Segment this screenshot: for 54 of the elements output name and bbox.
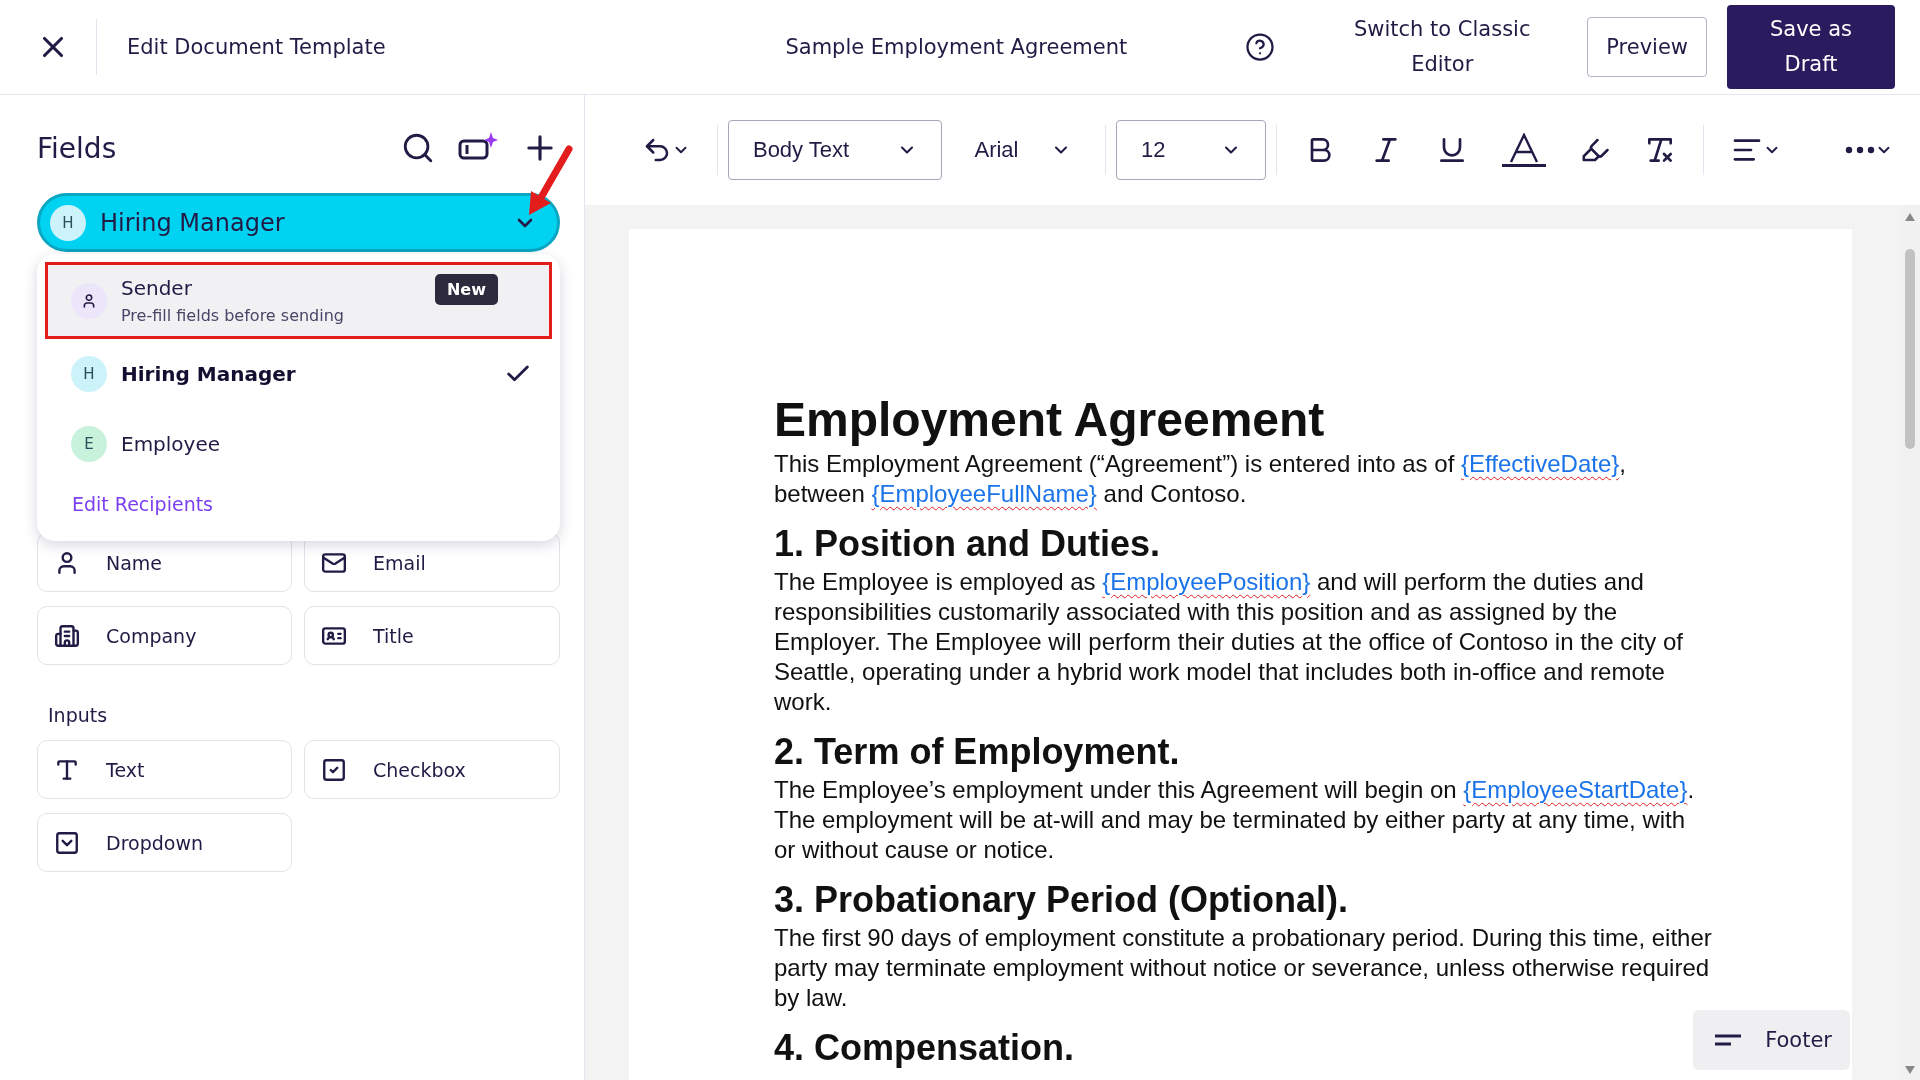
text-color-icon	[1502, 133, 1547, 167]
recipient-option[interactable]: E Employee	[45, 409, 552, 479]
page-title: Edit Document Template	[127, 35, 386, 59]
paragraph: The Employee is employed as {EmployeePosition} and will perform the duties and responsibilities customarily associated with this position and as assigned by the Employer. The Employee will perform their duties at the office of Contoso in the city of Seattle, operating under a hybrid work model that includes both in-office and remote work.	[774, 567, 1684, 717]
edit-recipients-link[interactable]: Edit Recipients	[72, 493, 213, 515]
scroll-down-icon[interactable]	[1905, 1066, 1915, 1074]
building-icon	[54, 622, 80, 649]
field-token[interactable]: {EffectiveDate}	[1460, 450, 1620, 477]
scroll-up-icon[interactable]	[1905, 213, 1915, 221]
recipient-option[interactable]: Sender Pre-fill fields before sending New	[45, 262, 552, 339]
recipient-selector[interactable]: H Hiring Manager	[37, 193, 560, 252]
more-icon	[1845, 146, 1876, 154]
recipient-name: Hiring Manager	[121, 362, 296, 386]
checkbox-icon	[321, 756, 347, 783]
dropdown-icon	[54, 829, 80, 856]
preview-button[interactable]: Preview	[1587, 17, 1707, 77]
search-button[interactable]	[401, 131, 435, 165]
save-draft-button[interactable]: Save as Draft	[1727, 5, 1895, 89]
document-name: Sample Employment Agreement	[785, 35, 1128, 59]
section-heading: 1. Position and Duties.	[774, 523, 1162, 565]
field-token[interactable]: {EmployeeFullName}	[871, 480, 1097, 507]
search-icon	[401, 131, 435, 165]
recipient-description: Pre-fill fields before sending	[121, 306, 344, 325]
document-title: Employment Agreement	[774, 392, 1326, 447]
initial-avatar: E	[71, 426, 107, 462]
recipient-name: Sender	[121, 276, 192, 300]
style-select[interactable]: Body Text	[727, 120, 943, 180]
section-heading: 4. Compensation.	[774, 1027, 1076, 1069]
field-button[interactable]: Text	[37, 740, 292, 799]
field-button[interactable]: Checkbox	[304, 740, 560, 799]
switch-editor-link[interactable]: Switch to Classic Editor	[1342, 12, 1543, 82]
help-icon	[1245, 32, 1276, 62]
footer-button[interactable]: Footer	[1693, 1010, 1850, 1070]
scroll-thumb[interactable]	[1905, 249, 1915, 449]
lines-icon	[1713, 1033, 1744, 1047]
paragraph: This Employment Agreement (“Agreement”) is entered into as of {EffectiveDate}, between {EmployeeFullName} and Contoso.	[774, 449, 1627, 509]
paragraph: The first 90 days of employment constitute a probationary period. During this time, either party may terminate employment without notice or severance, unless otherwise required by law.	[774, 923, 1712, 1013]
field-token[interactable]: {EmployeePosition}	[1102, 568, 1311, 595]
field-button[interactable]: Company	[37, 606, 292, 665]
section-heading: 2. Term of Employment.	[774, 731, 1181, 773]
help-button[interactable]	[1245, 32, 1276, 62]
section-heading: 3. Probationary Period (Optional).	[774, 879, 1350, 921]
group-title: Inputs	[48, 704, 109, 726]
new-badge: New	[434, 274, 498, 305]
field-token[interactable]: {EmployeeStartDate}	[1463, 776, 1688, 803]
field-button[interactable]: Title	[304, 606, 560, 665]
recipient-name: Employee	[121, 432, 221, 456]
recipient-option[interactable]: H Hiring Manager	[45, 339, 552, 409]
paragraph: The Employee’s employment under this Agreement will begin on {EmployeeStartDate}. The employment will be at-will and may be terminated by either party at any time, with or without cause or notice.	[774, 775, 1696, 865]
person-icon	[81, 292, 97, 309]
size-select[interactable]: 12	[1115, 120, 1267, 180]
initial-avatar: H	[71, 356, 107, 392]
panel-title: Fields	[37, 131, 117, 165]
field-button[interactable]: Dropdown	[37, 813, 292, 872]
